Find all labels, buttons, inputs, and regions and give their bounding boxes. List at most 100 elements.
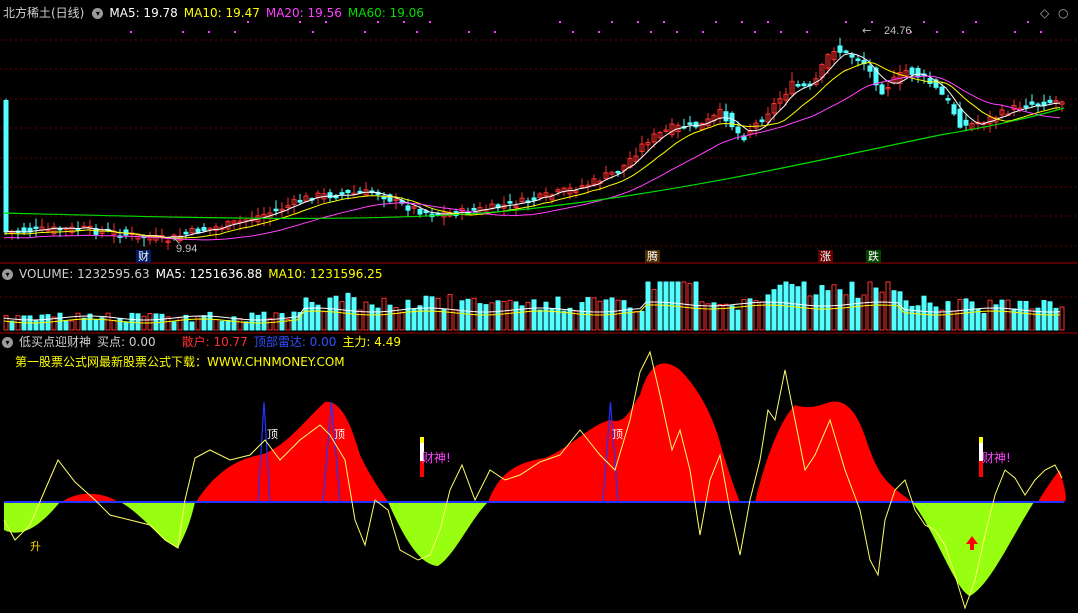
volume-bars — [3, 281, 1065, 331]
volume-bar — [435, 297, 441, 331]
candle-body — [531, 197, 537, 201]
volume-bar — [423, 295, 429, 331]
volume-bar — [345, 292, 351, 331]
volume-bar — [1029, 308, 1035, 331]
volume-bar — [405, 299, 411, 331]
candle-body — [201, 226, 207, 232]
signal-dot — [1040, 31, 1042, 33]
volume-bar — [633, 311, 639, 331]
volume-bar — [861, 294, 867, 331]
high-arrow-icon: ← — [862, 24, 871, 37]
caishen-marker — [979, 437, 983, 443]
volume-bar — [63, 320, 69, 331]
volume-bar — [831, 284, 837, 331]
candle-body — [915, 68, 921, 78]
candle-body — [471, 207, 477, 211]
signal-dot — [962, 31, 964, 33]
main-force-value: 主力: 4.49 — [342, 335, 401, 349]
candle-body — [339, 192, 345, 195]
top-label-2: 顶 — [334, 428, 345, 441]
volume-bar — [399, 311, 405, 331]
candle-body — [3, 99, 9, 233]
signal-dot — [468, 31, 470, 33]
candle-body — [849, 54, 855, 58]
vol-ma10-value: MA10: 1231596.25 — [268, 267, 383, 281]
red-area — [196, 401, 388, 502]
signal-dot — [494, 31, 496, 33]
volume-bar — [513, 301, 519, 331]
teng-tag: 腾 — [645, 250, 660, 263]
signal-dot — [1014, 31, 1016, 33]
volume-bar — [615, 299, 621, 331]
volume-bar — [249, 312, 255, 331]
volume-value: VOLUME: 1232595.63 — [19, 267, 150, 281]
rise-label: 升 — [30, 540, 41, 553]
candle-body — [795, 84, 801, 87]
volume-bar — [501, 301, 507, 331]
volume-bar — [579, 302, 585, 331]
volume-bar — [891, 290, 897, 331]
volume-bar — [369, 304, 375, 331]
candle-body — [963, 119, 969, 126]
signal-dot — [130, 31, 132, 33]
volume-bar — [993, 304, 999, 331]
low-arrow-icon: ↖ — [172, 234, 181, 247]
caishen-marker — [420, 437, 424, 443]
volume-bar — [543, 301, 549, 331]
chevron-down-icon[interactable]: ▾ — [2, 269, 13, 280]
red-area — [755, 401, 912, 502]
signal-dot — [806, 31, 808, 33]
candle-body — [867, 65, 873, 72]
signal-dot — [247, 21, 249, 23]
volume-bar — [111, 320, 117, 331]
volume-bar — [105, 312, 111, 331]
gridlines — [0, 39, 1078, 298]
volume-bar — [597, 300, 603, 331]
volume-bar — [873, 287, 879, 331]
volume-bar — [189, 321, 195, 331]
volume-bar — [291, 311, 297, 331]
volume-bar — [81, 317, 87, 331]
volume-bar — [417, 305, 423, 331]
caishen-label-1: 财神! — [422, 451, 451, 465]
volume-bar — [921, 295, 927, 331]
volume-bar — [897, 291, 903, 331]
ma-line — [3, 52, 1061, 238]
volume-bar — [927, 302, 933, 331]
candle-body — [927, 78, 933, 84]
volume-bar — [885, 281, 891, 331]
signal-dot — [923, 21, 925, 23]
volume-bar — [657, 281, 663, 331]
indicator-panel-header: ▾ 低买点迎财神 买点: 0.00 散户: 10.77 顶部雷达: 0.00 主力: 4.… — [0, 334, 407, 350]
volume-bar — [135, 313, 141, 331]
candle-body — [693, 121, 699, 128]
volume-bar — [123, 321, 129, 331]
signal-dot — [325, 21, 327, 23]
candle-body — [957, 108, 963, 128]
volume-bar — [207, 311, 213, 331]
volume-bar — [969, 301, 975, 331]
top-label-1: 顶 — [267, 428, 278, 441]
volume-bar — [129, 312, 135, 331]
candle-body — [507, 201, 513, 204]
signal-dot — [702, 31, 704, 33]
chevron-down-icon[interactable]: ▾ — [2, 337, 13, 348]
candle-body — [1047, 99, 1053, 103]
candle-body — [1035, 103, 1041, 107]
volume-bar — [681, 281, 687, 331]
signal-dot — [780, 31, 782, 33]
volume-bar — [777, 284, 783, 331]
volume-bar — [825, 290, 831, 331]
candle-body — [843, 50, 849, 54]
signal-dot — [182, 31, 184, 33]
volume-bar — [321, 311, 327, 331]
volume-bar — [327, 297, 333, 331]
candlesticks — [3, 37, 1065, 250]
volume-bar — [945, 301, 951, 331]
volume-bar — [357, 309, 363, 331]
volume-bar — [771, 289, 777, 331]
cai-tag: 财 — [136, 250, 151, 263]
volume-bar — [957, 299, 963, 331]
ma-line — [3, 61, 1061, 239]
signal-dot — [975, 21, 977, 23]
